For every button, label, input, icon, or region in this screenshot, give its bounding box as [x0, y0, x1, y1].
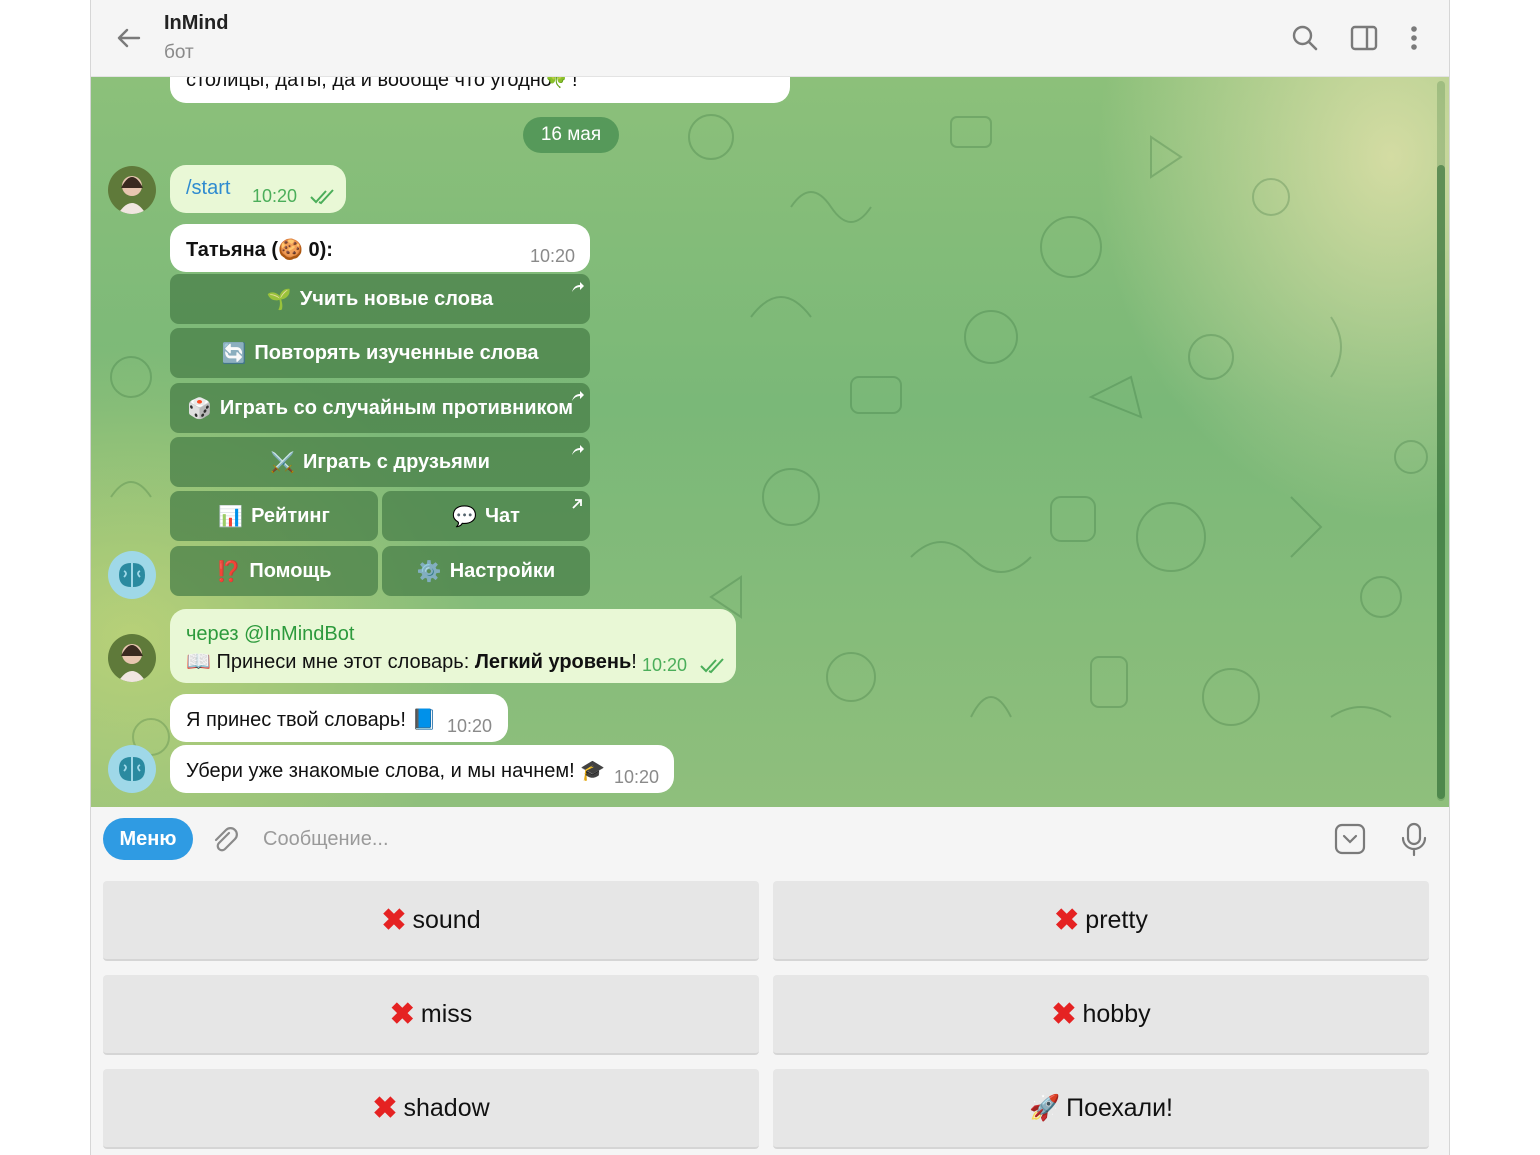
cross-mark-icon: ✖ — [389, 997, 415, 1031]
open-book-icon: 📖 — [186, 651, 211, 673]
user-avatar[interactable] — [108, 634, 156, 682]
chat-area[interactable]: столицы, даты, да и вообще что угодно 🍀 … — [91, 77, 1449, 807]
cross-mark-icon: ✖ — [1054, 903, 1080, 937]
message-time: 10:20 — [447, 716, 493, 736]
start-command-link[interactable]: /start — [186, 177, 230, 200]
bot-message-dictionary-ready: Я принес твой словарь! 📘 10:20 — [170, 694, 508, 742]
refresh-icon: 🔄 — [221, 342, 247, 365]
double-check-icon — [700, 658, 724, 674]
gear-icon: ⚙️ — [416, 560, 442, 583]
more-vertical-icon[interactable] — [1398, 22, 1430, 54]
inline-button-help[interactable]: ⁉️ Помощь — [170, 546, 378, 596]
reply-keyboard: ✖ sound ✖ pretty ✖ miss ✖ hobby ✖ shadow 🚀 Пое… — [91, 871, 1449, 1155]
user-avatar[interactable] — [108, 166, 156, 214]
seedling-icon: 🌱 — [266, 288, 292, 311]
chat-title[interactable]: InMind — [164, 12, 228, 35]
share-arrow-icon — [572, 445, 584, 455]
external-link-arrow-icon — [572, 499, 582, 509]
date-separator: 16 мая — [523, 117, 619, 153]
message-time: 10:20 — [614, 767, 660, 787]
partial-message-text: столицы, даты, да и вообще что угодно — [186, 77, 552, 91]
message-time: 10:20 — [642, 655, 688, 675]
dice-icon: 🎲 — [187, 397, 212, 420]
reply-button-miss[interactable]: ✖ miss — [103, 975, 759, 1055]
chat-scrollbar-thumb[interactable] — [1437, 165, 1445, 799]
cross-mark-icon: ✖ — [381, 903, 407, 937]
message-time: 10:20 — [530, 246, 576, 266]
via-bot-label[interactable]: через @InMindBot — [186, 623, 354, 646]
reply-button-start[interactable]: 🚀 Поехали! — [773, 1069, 1429, 1149]
sidebar-toggle-icon[interactable] — [1348, 22, 1380, 54]
speech-bubble-icon: 💬 — [452, 505, 477, 528]
bot-message-remove-known: Убери уже знакомые слова, и мы начнем! 🎓… — [170, 745, 674, 793]
inline-button-random-opponent[interactable]: 🎲 Играть со случайным противником — [170, 383, 590, 433]
message-text: Я принес твой словарь! 📘 — [186, 709, 437, 731]
inline-button-repeat[interactable]: 🔄 Повторять изученные слова — [170, 328, 590, 378]
exclamation-question-icon: ⁉️ — [216, 560, 242, 583]
reply-button-shadow[interactable]: ✖ shadow — [103, 1069, 759, 1149]
bot-avatar[interactable] — [108, 551, 156, 599]
inline-button-rating[interactable]: 📊 Рейтинг — [170, 491, 378, 541]
message-input[interactable] — [263, 821, 1313, 857]
reply-button-sound[interactable]: ✖ sound — [103, 881, 759, 961]
share-arrow-icon — [572, 391, 584, 401]
blue-book-icon: 📘 — [411, 709, 437, 731]
cross-mark-icon: ✖ — [372, 1091, 398, 1125]
menu-button[interactable]: Меню — [103, 818, 193, 860]
message-time: 10:20 — [252, 186, 298, 206]
paperclip-icon[interactable] — [209, 824, 241, 856]
bot-avatar[interactable] — [108, 745, 156, 793]
microphone-icon[interactable] — [1399, 821, 1429, 857]
back-arrow-icon[interactable] — [113, 22, 145, 54]
cross-mark-icon: ✖ — [1051, 997, 1077, 1031]
partial-message-bubble: столицы, даты, да и вообще что угодно 🍀 … — [170, 77, 790, 103]
outgoing-message-start: /start 10:20 — [170, 165, 346, 213]
message-text: 📖 Принеси мне этот словарь: Легкий урове… — [186, 651, 637, 673]
reply-button-pretty[interactable]: ✖ pretty — [773, 881, 1429, 961]
cookie-icon: 🍪 — [278, 239, 303, 261]
chat-subtitle: бот — [164, 42, 194, 63]
double-check-icon — [310, 189, 334, 205]
rocket-icon: 🚀 — [1029, 1093, 1061, 1122]
search-icon[interactable] — [1289, 22, 1321, 54]
inline-button-settings[interactable]: ⚙️ Настройки — [382, 546, 590, 596]
inline-button-chat[interactable]: 💬 Чат — [382, 491, 590, 541]
telegram-window: InMind бот столицы, даты, да и вообще чт… — [90, 0, 1450, 1155]
bar-chart-icon: 📊 — [218, 505, 244, 528]
bot-message-menu: Татьяна (🍪 0): 10:20 — [170, 224, 590, 272]
reply-button-hobby[interactable]: ✖ hobby — [773, 975, 1429, 1055]
inline-button-learn[interactable]: 🌱 Учить новые слова — [170, 274, 590, 324]
message-author-line: Татьяна (🍪 0): — [186, 239, 333, 261]
four-leaf-clover-icon: 🍀 — [544, 77, 569, 89]
chat-header: InMind бот — [91, 0, 1449, 77]
bot-keyboard-toggle-icon[interactable] — [1333, 822, 1367, 856]
message-text: Убери уже знакомые слова, и мы начнем! 🎓 — [186, 760, 606, 782]
share-arrow-icon — [572, 282, 584, 292]
graduation-cap-icon: 🎓 — [580, 760, 606, 782]
crossed-swords-icon: ⚔️ — [270, 451, 296, 474]
inline-button-play-friends[interactable]: ⚔️ Играть с друзьями — [170, 437, 590, 487]
outgoing-message-dictionary: через @InMindBot 📖 Принеси мне этот слов… — [170, 609, 736, 683]
message-input-bar: Меню — [91, 807, 1449, 871]
